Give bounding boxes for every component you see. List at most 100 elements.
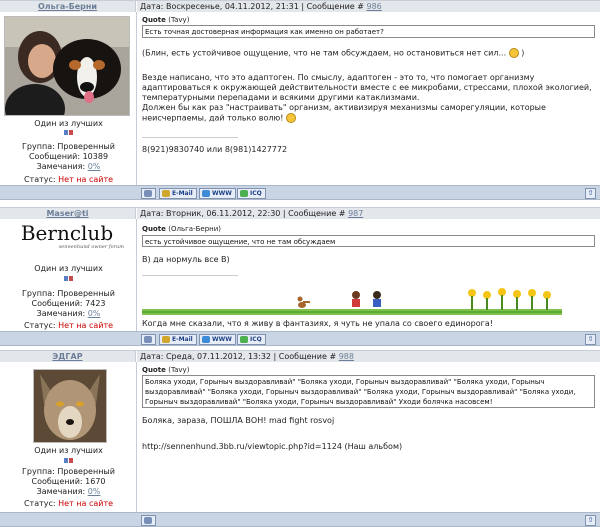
status-label: Статус: (23, 321, 59, 330)
quote-author: (Tavy) (168, 16, 190, 24)
mail-icon (162, 190, 170, 197)
post-header: Дата: Воскресенье, 04.11.2012, 21:31 | С… (137, 1, 600, 12)
user-remarks: Замечания: 0% (0, 487, 137, 497)
post-toolbar: E-Mail WWW ICQ ⇧ (0, 185, 600, 200)
message-text: Боляка, зараза, ПОШЛА ВОН! mad fight ros… (142, 416, 335, 425)
author-link[interactable]: ЭДГАР (52, 352, 82, 361)
user-remarks: Замечания: 0% (0, 309, 137, 319)
user-sidebar: Один из лучших Группа: Проверенный Сообщ… (0, 362, 137, 512)
message-text-2: Должен бы как раз "настраивать" организм… (142, 103, 546, 123)
scroll-top-button[interactable]: ⇧ (585, 515, 596, 526)
status-label: Статус: (23, 499, 59, 508)
www-button[interactable]: WWW (199, 334, 236, 345)
status-offline: Нет на сайте (58, 175, 114, 184)
email-label: E-Mail (172, 190, 193, 197)
quote-author: (Ольга-Берни) (168, 225, 222, 233)
user-rank: Один из лучших (34, 119, 103, 128)
email-button[interactable]: E-Mail (159, 188, 197, 199)
user-rank: Один из лучших (34, 264, 103, 273)
author-header: ЭДГАР (0, 351, 136, 362)
icq-label: ICQ (250, 190, 262, 197)
post-number-link[interactable]: 988 (339, 352, 354, 361)
smiley-icon (508, 48, 519, 58)
remarks-label: Замечания: (36, 487, 88, 496)
author-link[interactable]: Maser@ti (46, 209, 88, 218)
icq-flower-icon (240, 190, 248, 197)
remarks-link[interactable]: 0% (88, 309, 101, 318)
message-paragraph: Везде написано, что это адаптоген. По см… (142, 73, 592, 102)
post-content: Quote (Tavy) Есть точная достоверная инф… (137, 12, 600, 185)
user-sidebar: Bernclub sennenhund owner forum Один из … (0, 219, 137, 331)
icq-button[interactable]: ICQ (237, 188, 266, 199)
quote-box: есть устойчивое ощущение, что не там обс… (142, 235, 595, 247)
user-icon (144, 336, 152, 343)
post-number-link[interactable]: 986 (366, 2, 381, 11)
signature-banner (142, 285, 562, 317)
message-paragraph: Должен бы как раз "настраивать" организм… (142, 103, 592, 124)
email-button[interactable]: E-Mail (159, 334, 197, 345)
profile-button[interactable] (141, 334, 156, 345)
post-988: ЭДГАР Дата: Среда, 07.11.2012, 13:32 | С… (0, 350, 600, 527)
signature-divider (142, 275, 238, 276)
user-status: Статус: Нет на сайте (0, 175, 137, 185)
user-message-count: Сообщений: 7423 (31, 299, 106, 308)
www-label: WWW (212, 190, 232, 197)
icq-button[interactable]: ICQ (237, 334, 266, 345)
author-header: Maser@ti (0, 208, 136, 219)
rank-stars-icon (64, 275, 74, 282)
post-987: Maser@ti Дата: Вторник, 06.11.2012, 22:3… (0, 207, 600, 346)
quote-box: Есть точная достоверная информация как и… (142, 25, 595, 38)
author-header: Ольга-Берни (0, 1, 136, 12)
user-icon (144, 517, 152, 524)
post-number-link[interactable]: 987 (348, 209, 363, 218)
author-link[interactable]: Ольга-Берни (38, 2, 97, 11)
post-header: Дата: Среда, 07.11.2012, 13:32 | Сообщен… (137, 351, 600, 362)
user-message-count: Сообщений: 10389 (28, 152, 109, 161)
user-remarks: Замечания: 0% (0, 162, 137, 172)
scroll-top-button[interactable]: ⇧ (585, 334, 596, 345)
globe-icon (202, 336, 210, 343)
user-group: Группа: Проверенный (22, 142, 115, 151)
quote-title: Quote (Ольга-Берни) (142, 225, 221, 233)
remarks-link[interactable]: 0% (88, 162, 101, 171)
www-button[interactable]: WWW (199, 188, 236, 199)
signature-text: Когда мне сказали, что я живу в фантазия… (142, 319, 493, 328)
post-toolbar: ⇧ (0, 512, 600, 527)
post-date: Дата: Воскресенье, 04.11.2012, 21:31 | С… (140, 2, 367, 11)
quote-label: Quote (142, 366, 166, 374)
quote-title: Quote (Tavy) (142, 16, 189, 24)
quote-label: Quote (142, 16, 166, 24)
status-label: Статус: (23, 175, 59, 184)
icq-flower-icon (240, 336, 248, 343)
user-status: Статус: Нет на сайте (0, 499, 137, 509)
quote-label: Quote (142, 225, 166, 233)
post-986: Ольга-Берни Дата: Воскресенье, 04.11.201… (0, 0, 600, 200)
user-icon (144, 190, 152, 197)
user-rank: Один из лучших (34, 446, 103, 455)
profile-button[interactable] (141, 188, 156, 199)
smiley-icon (286, 113, 297, 123)
user-group: Группа: Проверенный (22, 289, 115, 298)
globe-icon (202, 190, 210, 197)
icq-label: ICQ (250, 336, 262, 343)
message-text: В) да нормуль все В) (142, 255, 230, 264)
rank-stars-icon (64, 129, 74, 136)
post-content: Quote (Ольга-Берни) есть устойчивое ощущ… (137, 219, 600, 331)
profile-button[interactable] (141, 515, 156, 526)
signature: 8(921)9830740 или 8(981)1427772 (142, 145, 288, 154)
signature-divider (142, 137, 238, 138)
quote-title: Quote (Tavy) (142, 366, 189, 374)
user-message-count: Сообщений: 1670 (31, 477, 106, 486)
rank-stars-icon (64, 457, 74, 464)
avatar (4, 16, 130, 134)
user-sidebar: Один из лучших Группа: Проверенный Сообщ… (0, 12, 137, 185)
post-toolbar: E-Mail WWW ICQ ⇧ (0, 331, 600, 346)
status-offline: Нет на сайте (58, 499, 114, 508)
post-date: Дата: Среда, 07.11.2012, 13:32 | Сообщен… (140, 352, 339, 361)
scroll-top-button[interactable]: ⇧ (585, 188, 596, 199)
message-link[interactable]: http://sennenhund.3bb.ru/viewtopic.php?i… (142, 442, 592, 452)
quote-author: (Tavy) (168, 366, 190, 374)
remarks-link[interactable]: 0% (88, 487, 101, 496)
message-line-end: ) (521, 48, 525, 58)
remarks-label: Замечания: (36, 162, 88, 171)
